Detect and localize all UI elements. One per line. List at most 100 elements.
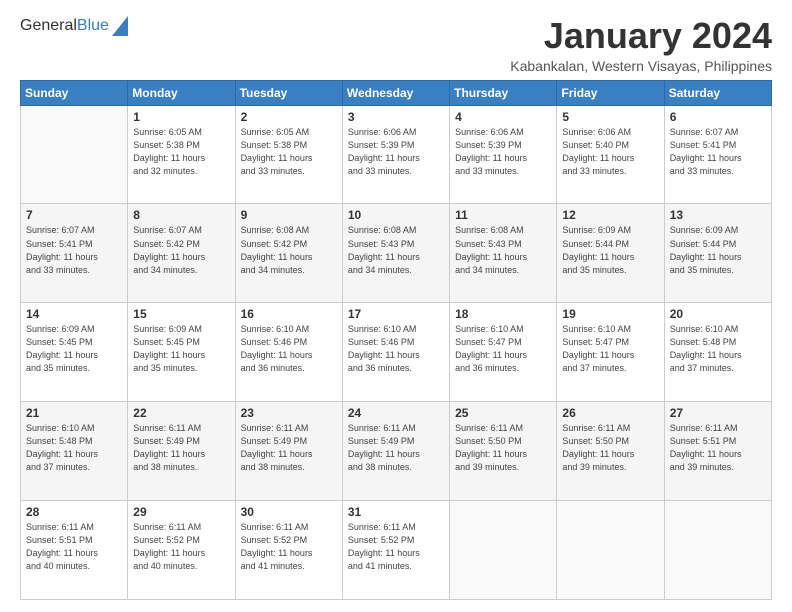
table-row: 11Sunrise: 6:08 AMSunset: 5:43 PMDayligh… [450,204,557,303]
table-row: 7 Sunrise: 6:07 AMSunset: 5:41 PMDaylight… [21,204,128,303]
day-info: Sunrise: 6:11 AMSunset: 5:50 PMDaylight:… [455,422,551,474]
table-row: 12 Sunrise: 6:09 AMSunset: 5:44 PMDayligh… [557,204,664,303]
day-number: 26 [562,406,658,420]
table-row: 19Sunrise: 6:10 AMSunset: 5:47 PMDayligh… [557,303,664,402]
day-number: 23 [241,406,337,420]
col-tuesday: Tuesday [235,80,342,105]
day-number: 5 [562,110,658,124]
table-row: 28Sunrise: 6:11 AMSunset: 5:51 PMDayligh… [21,501,128,600]
day-number: 20 [670,307,766,321]
day-info: Sunrise: 6:07 AMSunset: 5:41 PMDaylight:… [26,224,122,276]
col-wednesday: Wednesday [342,80,449,105]
table-row [21,105,128,204]
logo-general-text: General [20,17,77,35]
day-info: Sunrise: 6:09 AMSunset: 5:45 PMDaylight:… [26,323,122,375]
table-row: 21 Sunrise: 6:10 AMSunset: 5:48 PMDayligh… [21,402,128,501]
table-row [664,501,771,600]
day-number: 4 [455,110,551,124]
table-row: 24 Sunrise: 6:11 AMSunset: 5:49 PMDayligh… [342,402,449,501]
day-number: 21 [26,406,122,420]
title-block: January 2024 Kabankalan, Western Visayas… [510,16,772,74]
table-row: 22 Sunrise: 6:11 AMSunset: 5:49 PMDayligh… [128,402,235,501]
table-row: 31 Sunrise: 6:11 AMSunset: 5:52 PMDayligh… [342,501,449,600]
day-info: Sunrise: 6:05 AMSunset: 5:38 PMDaylight:… [241,126,337,178]
col-saturday: Saturday [664,80,771,105]
table-row: 26 Sunrise: 6:11 AMSunset: 5:50 PMDayligh… [557,402,664,501]
day-info: Sunrise: 6:08 AMSunset: 5:43 PMDaylight:… [348,224,444,276]
day-number: 30 [241,505,337,519]
day-info: Sunrise: 6:05 AMSunset: 5:38 PMDaylight:… [133,126,229,178]
day-info: Sunrise: 6:11 AMSunset: 5:49 PMDaylight:… [133,422,229,474]
table-row: 16 Sunrise: 6:10 AMSunset: 5:46 PMDayligh… [235,303,342,402]
month-title: January 2024 [510,16,772,56]
table-row: 25Sunrise: 6:11 AMSunset: 5:50 PMDayligh… [450,402,557,501]
day-info: Sunrise: 6:11 AMSunset: 5:52 PMDaylight:… [241,521,337,573]
table-row: 15 Sunrise: 6:09 AMSunset: 5:45 PMDayligh… [128,303,235,402]
logo: GeneralBlue [20,16,128,36]
day-number: 22 [133,406,229,420]
day-number: 31 [348,505,444,519]
day-info: Sunrise: 6:08 AMSunset: 5:42 PMDaylight:… [241,224,337,276]
day-info: Sunrise: 6:10 AMSunset: 5:46 PMDaylight:… [241,323,337,375]
day-number: 3 [348,110,444,124]
location-title: Kabankalan, Western Visayas, Philippines [510,58,772,74]
day-number: 8 [133,208,229,222]
table-row: 1Sunrise: 6:05 AMSunset: 5:38 PMDaylight… [128,105,235,204]
day-info: Sunrise: 6:11 AMSunset: 5:50 PMDaylight:… [562,422,658,474]
calendar-table: Sunday Monday Tuesday Wednesday Thursday… [20,80,772,600]
col-thursday: Thursday [450,80,557,105]
col-monday: Monday [128,80,235,105]
day-number: 29 [133,505,229,519]
day-number: 14 [26,307,122,321]
table-row: 3 Sunrise: 6:06 AMSunset: 5:39 PMDaylight… [342,105,449,204]
day-info: Sunrise: 6:06 AMSunset: 5:39 PMDaylight:… [348,126,444,178]
table-row: 29 Sunrise: 6:11 AMSunset: 5:52 PMDayligh… [128,501,235,600]
day-number: 13 [670,208,766,222]
day-info: Sunrise: 6:11 AMSunset: 5:52 PMDaylight:… [348,521,444,573]
day-number: 27 [670,406,766,420]
day-info: Sunrise: 6:07 AMSunset: 5:41 PMDaylight:… [670,126,766,178]
table-row: 4 Sunrise: 6:06 AMSunset: 5:39 PMDaylight… [450,105,557,204]
table-row: 20 Sunrise: 6:10 AMSunset: 5:48 PMDayligh… [664,303,771,402]
day-number: 6 [670,110,766,124]
page: GeneralBlue January 2024 Kabankalan, Wes… [0,0,792,612]
day-info: Sunrise: 6:11 AMSunset: 5:49 PMDaylight:… [241,422,337,474]
day-info: Sunrise: 6:10 AMSunset: 5:48 PMDaylight:… [26,422,122,474]
day-info: Sunrise: 6:10 AMSunset: 5:48 PMDaylight:… [670,323,766,375]
day-number: 12 [562,208,658,222]
table-row: 23 Sunrise: 6:11 AMSunset: 5:49 PMDayligh… [235,402,342,501]
day-info: Sunrise: 6:11 AMSunset: 5:52 PMDaylight:… [133,521,229,573]
day-info: Sunrise: 6:09 AMSunset: 5:44 PMDaylight:… [562,224,658,276]
logo-triangle-icon [112,16,128,36]
day-info: Sunrise: 6:06 AMSunset: 5:39 PMDaylight:… [455,126,551,178]
col-friday: Friday [557,80,664,105]
table-row: 8 Sunrise: 6:07 AMSunset: 5:42 PMDaylight… [128,204,235,303]
day-info: Sunrise: 6:09 AMSunset: 5:45 PMDaylight:… [133,323,229,375]
header: GeneralBlue January 2024 Kabankalan, Wes… [20,16,772,74]
table-row [557,501,664,600]
day-number: 7 [26,208,122,222]
table-row [450,501,557,600]
day-number: 18 [455,307,551,321]
table-row: 30 Sunrise: 6:11 AMSunset: 5:52 PMDayligh… [235,501,342,600]
day-number: 24 [348,406,444,420]
table-row: 6 Sunrise: 6:07 AMSunset: 5:41 PMDaylight… [664,105,771,204]
table-row: 18 Sunrise: 6:10 AMSunset: 5:47 PMDayligh… [450,303,557,402]
day-info: Sunrise: 6:10 AMSunset: 5:47 PMDaylight:… [455,323,551,375]
table-row: 17Sunrise: 6:10 AMSunset: 5:46 PMDayligh… [342,303,449,402]
table-row: 5Sunrise: 6:06 AMSunset: 5:40 PMDaylight… [557,105,664,204]
day-number: 11 [455,208,551,222]
table-row: 9Sunrise: 6:08 AMSunset: 5:42 PMDaylight… [235,204,342,303]
table-row: 2 Sunrise: 6:05 AMSunset: 5:38 PMDaylight… [235,105,342,204]
day-number: 16 [241,307,337,321]
table-row: 27Sunrise: 6:11 AMSunset: 5:51 PMDayligh… [664,402,771,501]
day-number: 15 [133,307,229,321]
table-row: 13Sunrise: 6:09 AMSunset: 5:44 PMDayligh… [664,204,771,303]
calendar-header-row: Sunday Monday Tuesday Wednesday Thursday… [21,80,772,105]
day-number: 17 [348,307,444,321]
day-info: Sunrise: 6:07 AMSunset: 5:42 PMDaylight:… [133,224,229,276]
day-number: 2 [241,110,337,124]
day-info: Sunrise: 6:11 AMSunset: 5:49 PMDaylight:… [348,422,444,474]
table-row: 10Sunrise: 6:08 AMSunset: 5:43 PMDayligh… [342,204,449,303]
day-number: 19 [562,307,658,321]
